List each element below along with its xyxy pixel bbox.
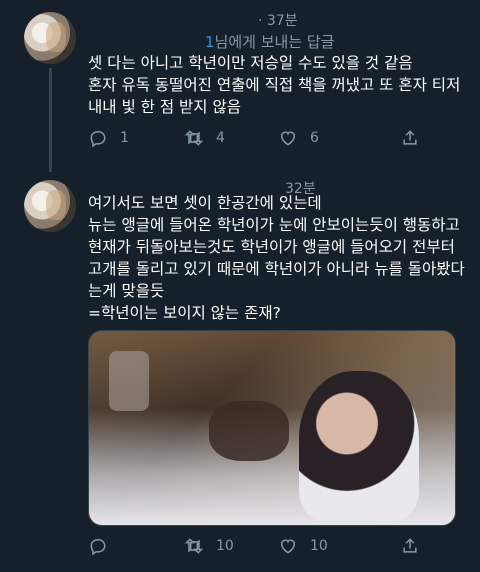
- retweet-icon: [184, 128, 204, 148]
- reply-count: 1: [120, 130, 129, 146]
- tweet-image[interactable]: [88, 330, 456, 526]
- like-button[interactable]: 10: [278, 536, 328, 556]
- share-button[interactable]: [400, 128, 420, 148]
- like-icon: [278, 128, 298, 148]
- tweet-text: 셋 다는 아니고 학년이만 저승일 수도 있을 것 같음 혼자 유독 동떨어진 …: [88, 52, 468, 118]
- retweet-button[interactable]: 10: [184, 536, 234, 556]
- like-count: 6: [310, 130, 319, 146]
- retweet-button[interactable]: 4: [184, 128, 225, 148]
- reply-to-label: 1님에게 보내는 답글: [205, 31, 334, 52]
- retweet-icon: [184, 536, 204, 556]
- avatar[interactable]: [24, 12, 76, 64]
- tweet-time[interactable]: · 37분: [258, 10, 298, 30]
- image-figure-lying: [209, 401, 289, 461]
- image-figure-portrait: [299, 371, 419, 521]
- like-button[interactable]: 6: [278, 128, 319, 148]
- reply-icon: [88, 536, 108, 556]
- share-icon: [400, 536, 420, 556]
- thread-line: [49, 68, 52, 172]
- share-icon: [400, 128, 420, 148]
- reply-icon: [88, 128, 108, 148]
- tweet-actions: 1 4 6: [88, 128, 458, 152]
- avatar[interactable]: [24, 180, 76, 232]
- reply-handle-link[interactable]: 1: [205, 33, 215, 51]
- reply-suffix: 님에게 보내는 답글: [215, 33, 335, 51]
- image-lamp: [109, 351, 149, 411]
- reply-button[interactable]: 1: [88, 128, 129, 148]
- like-count: 10: [310, 538, 328, 554]
- retweet-count: 4: [216, 130, 225, 146]
- tweet-actions: 10 10: [88, 536, 458, 560]
- retweet-count: 10: [216, 538, 234, 554]
- tweet-text: 여기서도 보면 셋이 한공간에 있는데 뉴는 앵글에 들어온 학년이가 눈에 안…: [88, 192, 472, 324]
- share-button[interactable]: [400, 536, 420, 556]
- reply-button[interactable]: [88, 536, 120, 556]
- like-icon: [278, 536, 298, 556]
